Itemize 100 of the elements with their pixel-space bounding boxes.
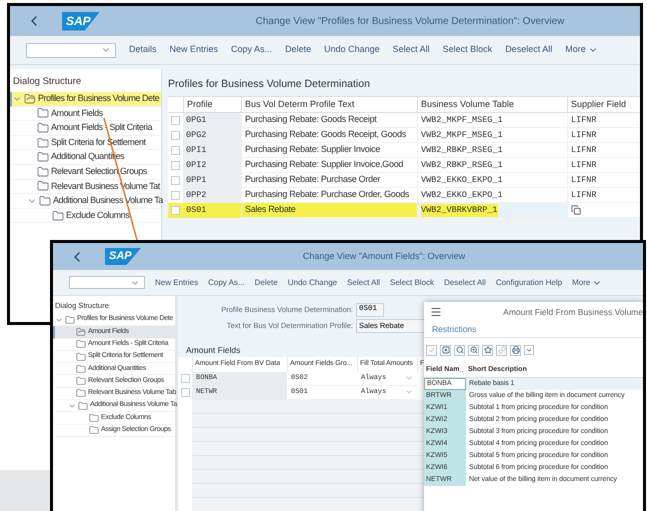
toolbar-button[interactable]: Select All (347, 276, 380, 288)
table-cell: VWB2_MKPF_MSEG_1 (417, 128, 567, 143)
table-title: Amount Fields (186, 344, 240, 357)
tree-item[interactable]: Relevant Selection Groups (10, 164, 161, 180)
toolbar-button[interactable]: Select All (392, 43, 430, 57)
row-checkbox[interactable] (171, 131, 180, 140)
table-cell: LIFNR (567, 158, 640, 173)
table-cell: VWB2_RBKP_RSEG_1 (417, 143, 567, 158)
dialog-title: Amount Field From Business Volume (503, 306, 643, 318)
toolbar-button[interactable]: New Entries (155, 276, 198, 288)
folder-icon (37, 151, 49, 164)
close-icon[interactable] (440, 344, 451, 356)
table-cell: Purchasing Rebate: Goods Receipt (241, 113, 417, 128)
column-header: Business Volume Table (417, 97, 567, 113)
folder-icon (89, 413, 99, 424)
more-button[interactable]: More (565, 43, 598, 57)
table-cell: Purchasing Rebate: Supplier Invoice,Good (241, 158, 417, 173)
table-cell: LIFNR (567, 188, 640, 203)
window-title: Change View "Amount Fields": Overview (302, 250, 466, 263)
toolbar-button[interactable]: Undo Change (324, 43, 380, 57)
table-cell: VWB2_EKKO_EKPO_1 (417, 188, 567, 203)
table-cell: VWB2_VBRKVBRP_1 (417, 203, 567, 218)
row-checkbox[interactable] (171, 176, 180, 185)
toolbar-button[interactable]: Details (129, 43, 157, 57)
toolbar-button[interactable]: Deselect All (505, 43, 552, 57)
folder-icon (37, 166, 49, 178)
folder-icon (89, 425, 99, 436)
restrictions-link[interactable]: Restrictions (432, 323, 476, 336)
folder-icon (37, 122, 49, 134)
table-cell: 0PG2 (183, 128, 241, 143)
table-cell: 0PI1 (183, 143, 241, 158)
tree-item[interactable]: Amount Fields (10, 106, 161, 122)
folder-icon (37, 136, 49, 149)
toolbar-button[interactable]: Configuration Help (496, 276, 562, 288)
search-icon[interactable] (454, 344, 465, 356)
folder-icon (78, 400, 88, 411)
table-cell: 0PG1 (183, 113, 241, 128)
table-cell: LIFNR (567, 173, 640, 188)
zoom-icon[interactable] (468, 344, 479, 356)
dropdown-field[interactable] (26, 42, 116, 58)
more-button[interactable]: More (572, 276, 602, 288)
column-header: Profile (183, 97, 241, 113)
table-cell: 0PI2 (183, 158, 241, 173)
toolbar-button[interactable]: Delete (254, 276, 278, 288)
check-icon[interactable] (426, 344, 437, 356)
folder-icon (76, 339, 86, 350)
table-title: Profiles for Business Volume Determination (168, 77, 371, 92)
table-cell: LIFNR (567, 113, 640, 128)
row-checkbox[interactable] (171, 116, 180, 125)
row-checkbox[interactable] (171, 206, 180, 215)
table-cell: Sales Rebate (241, 203, 417, 218)
table-cell: Purchasing Rebate: Purchase Order (241, 173, 417, 188)
toolbar-button[interactable]: Select Block (442, 43, 492, 57)
logo: SAP (105, 248, 141, 265)
chevron-down-icon[interactable] (524, 345, 534, 355)
window-title: Change View "Profiles for Business Volume Determination": Overview (256, 14, 564, 28)
toolbar-button[interactable]: Delete (285, 43, 312, 57)
row-checkbox[interactable] (180, 388, 190, 398)
folder-icon (37, 107, 49, 120)
menu-icon[interactable] (430, 306, 442, 318)
tree-item[interactable]: Profiles for Business Volume Dete (10, 92, 161, 107)
row-checkbox[interactable] (171, 161, 180, 170)
table-cell: Purchasing Rebate: Goods Receipt, Goods (241, 128, 417, 143)
folder-icon (52, 210, 64, 222)
panel-title: Dialog Structure (12, 75, 82, 89)
row-checkbox[interactable] (171, 146, 180, 155)
table-cell: LIFNR (567, 128, 640, 143)
toolbar-button[interactable]: New Entries (170, 43, 218, 57)
table-cell: VWB2_MKPF_MSEG_1 (417, 113, 567, 128)
logo: SAP (62, 12, 100, 30)
value-help-icon[interactable] (571, 205, 581, 215)
toolbar-button[interactable]: Select Block (390, 276, 434, 288)
dropdown-field[interactable] (69, 276, 145, 289)
folder-icon (65, 314, 75, 325)
folder-icon (76, 376, 86, 386)
table-cell: Purchasing Rebate: Purchase Order, Goods (241, 188, 417, 203)
table-cell: Purchasing Rebate: Supplier Invoice (241, 143, 417, 158)
toolbar-button[interactable]: Copy As... (208, 276, 245, 288)
printer-icon[interactable] (510, 344, 521, 356)
folder-icon (24, 92, 36, 105)
footer-bar (0, 470, 50, 511)
row-checkbox[interactable] (171, 191, 180, 200)
toolbar-button[interactable]: Undo Change (288, 276, 338, 288)
folder-icon (76, 352, 86, 362)
table-cell: VWB2_EKKO_EKPO_1 (417, 173, 567, 188)
tree-item[interactable]: Exclude Columns (10, 208, 161, 224)
star-icon[interactable] (482, 344, 493, 356)
folder-icon (37, 180, 49, 192)
table-cell: 0PP2 (183, 188, 241, 203)
row-checkbox[interactable] (180, 374, 190, 384)
table-cell: 0PP1 (183, 173, 241, 188)
column-header: Supplier Field (567, 97, 640, 113)
toolbar-button[interactable]: Deselect All (444, 276, 486, 288)
folder-icon (76, 364, 86, 374)
toolbar-button[interactable]: Copy As... (231, 43, 272, 57)
folder-icon (39, 194, 51, 207)
folder-icon (76, 326, 86, 337)
table-cell: VWB2_RBKP_RSEG_1 (417, 158, 567, 173)
table-cell: LIFNR (567, 143, 640, 158)
table-cell: 0S01 (183, 203, 241, 218)
